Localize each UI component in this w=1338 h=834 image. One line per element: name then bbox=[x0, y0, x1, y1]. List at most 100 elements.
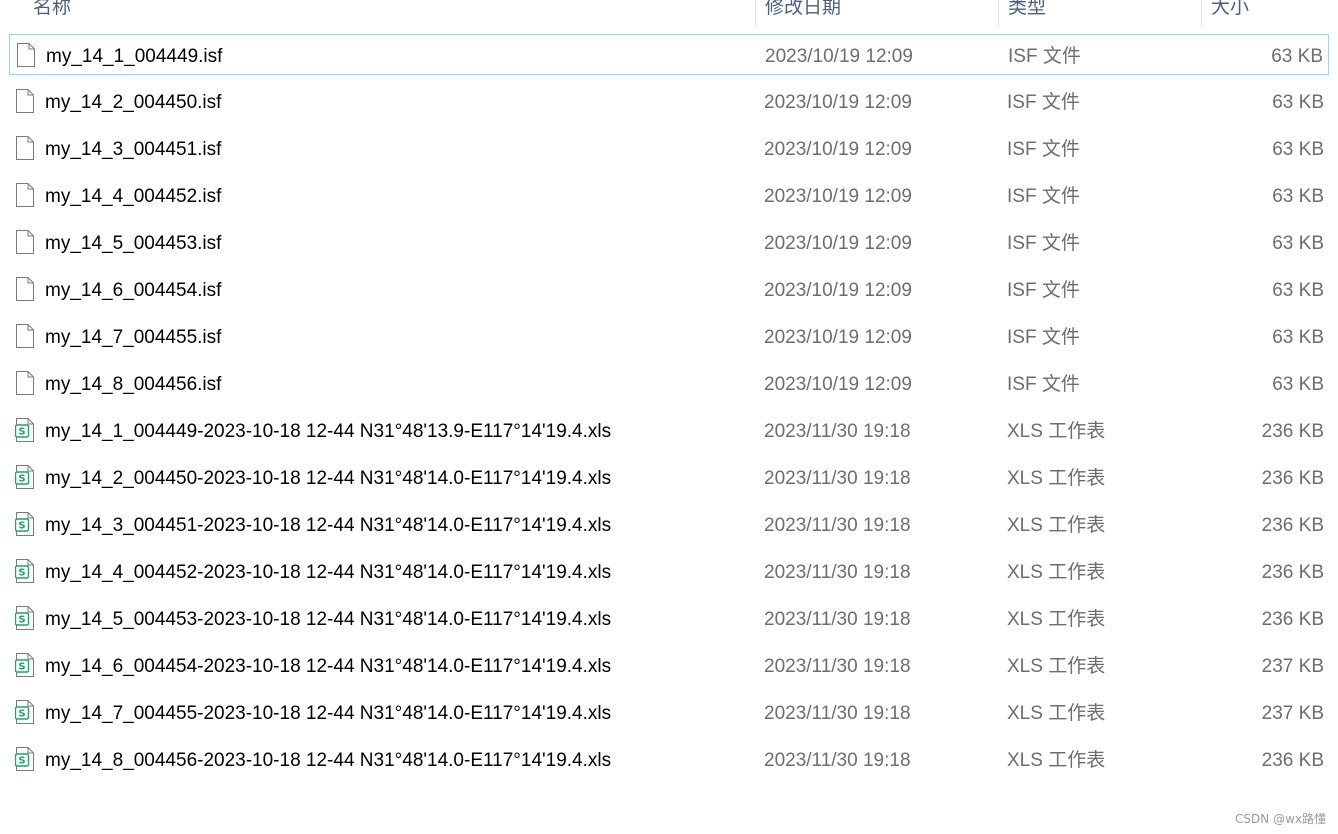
file-type: ISF 文件 bbox=[1007, 280, 1080, 301]
file-date-modified: 2023/10/19 12:09 bbox=[764, 374, 912, 395]
file-size: 237 KB bbox=[1261, 703, 1324, 724]
file-type: ISF 文件 bbox=[1007, 186, 1080, 207]
file-date-modified: 2023/11/30 19:18 bbox=[764, 609, 911, 630]
file-date-modified: 2023/10/19 12:09 bbox=[764, 92, 912, 113]
file-date-modified: 2023/10/19 12:09 bbox=[764, 327, 912, 348]
file-type: ISF 文件 bbox=[1007, 139, 1080, 160]
svg-text:S: S bbox=[18, 756, 25, 767]
spreadsheet-file-icon: S bbox=[15, 418, 37, 442]
file-size: 63 KB bbox=[1272, 374, 1324, 395]
file-row[interactable]: S my_14_5_004453-2023-10-18 12-44 N31°48… bbox=[9, 598, 1329, 639]
file-date-modified: 2023/10/19 12:09 bbox=[764, 186, 912, 207]
file-size: 63 KB bbox=[1272, 139, 1324, 160]
file-name: my_14_7_004455-2023-10-18 12-44 N31°48'1… bbox=[45, 703, 612, 724]
spreadsheet-file-icon: S bbox=[15, 653, 37, 677]
file-date-modified: 2023/10/19 12:09 bbox=[764, 280, 912, 301]
file-size: 236 KB bbox=[1261, 468, 1324, 489]
file-name: my_14_6_004454-2023-10-18 12-44 N31°48'1… bbox=[45, 656, 612, 677]
svg-text:S: S bbox=[18, 568, 25, 579]
file-type: ISF 文件 bbox=[1007, 327, 1080, 348]
file-row[interactable]: S my_14_1_004449-2023-10-18 12-44 N31°48… bbox=[9, 410, 1329, 451]
column-header-name[interactable]: 名称 bbox=[24, 0, 754, 27]
file-type: XLS 工作表 bbox=[1007, 515, 1106, 536]
file-name: my_14_4_004452-2023-10-18 12-44 N31°48'1… bbox=[45, 562, 612, 583]
file-date-modified: 2023/11/30 19:18 bbox=[764, 515, 911, 536]
file-date-modified: 2023/11/30 19:18 bbox=[764, 656, 911, 677]
file-date-modified: 2023/10/19 12:09 bbox=[765, 46, 913, 67]
svg-text:S: S bbox=[18, 521, 25, 532]
file-type: XLS 工作表 bbox=[1007, 750, 1106, 771]
file-name: my_14_5_004453.isf bbox=[45, 233, 222, 254]
file-row[interactable]: my_14_4_004452.isf 2023/10/19 12:09 ISF … bbox=[9, 175, 1329, 216]
file-size: 63 KB bbox=[1272, 92, 1324, 113]
file-type: XLS 工作表 bbox=[1007, 421, 1106, 442]
column-header-date-modified[interactable]: 修改日期 bbox=[755, 0, 997, 27]
file-date-modified: 2023/11/30 19:18 bbox=[764, 750, 911, 771]
file-name: my_14_3_004451-2023-10-18 12-44 N31°48'1… bbox=[45, 515, 612, 536]
generic-file-icon bbox=[15, 277, 37, 301]
file-type: ISF 文件 bbox=[1008, 46, 1081, 67]
file-row[interactable]: S my_14_6_004454-2023-10-18 12-44 N31°48… bbox=[9, 645, 1329, 686]
file-date-modified: 2023/11/30 19:18 bbox=[764, 421, 911, 442]
watermark: CSDN @wx路懂 bbox=[1235, 812, 1326, 826]
file-row[interactable]: S my_14_4_004452-2023-10-18 12-44 N31°48… bbox=[9, 551, 1329, 592]
file-row[interactable]: S my_14_7_004455-2023-10-18 12-44 N31°48… bbox=[9, 692, 1329, 733]
generic-file-icon bbox=[15, 324, 37, 348]
file-name: my_14_1_004449.isf bbox=[46, 46, 223, 67]
file-size: 236 KB bbox=[1261, 515, 1324, 536]
file-name: my_14_2_004450.isf bbox=[45, 92, 222, 113]
file-size: 63 KB bbox=[1271, 46, 1323, 67]
file-size: 236 KB bbox=[1261, 421, 1324, 442]
file-type: XLS 工作表 bbox=[1007, 609, 1106, 630]
file-date-modified: 2023/11/30 19:18 bbox=[764, 562, 911, 583]
file-size: 236 KB bbox=[1261, 750, 1324, 771]
file-row[interactable]: my_14_7_004455.isf 2023/10/19 12:09 ISF … bbox=[9, 316, 1329, 357]
file-type: ISF 文件 bbox=[1007, 374, 1080, 395]
column-header-type[interactable]: 类型 bbox=[998, 0, 1200, 27]
file-name: my_14_1_004449-2023-10-18 12-44 N31°48'1… bbox=[45, 421, 612, 442]
file-row[interactable]: my_14_2_004450.isf 2023/10/19 12:09 ISF … bbox=[9, 81, 1329, 122]
spreadsheet-file-icon: S bbox=[15, 606, 37, 630]
file-row[interactable]: my_14_5_004453.isf 2023/10/19 12:09 ISF … bbox=[9, 222, 1329, 263]
svg-text:S: S bbox=[18, 615, 25, 626]
file-row[interactable]: S my_14_3_004451-2023-10-18 12-44 N31°48… bbox=[9, 504, 1329, 545]
file-name: my_14_5_004453-2023-10-18 12-44 N31°48'1… bbox=[45, 609, 612, 630]
svg-text:S: S bbox=[18, 662, 25, 673]
generic-file-icon bbox=[16, 43, 38, 67]
svg-text:S: S bbox=[18, 427, 25, 438]
file-name: my_14_3_004451.isf bbox=[45, 139, 222, 160]
file-name: my_14_8_004456-2023-10-18 12-44 N31°48'1… bbox=[45, 750, 612, 771]
file-type: XLS 工作表 bbox=[1007, 562, 1106, 583]
file-name: my_14_2_004450-2023-10-18 12-44 N31°48'1… bbox=[45, 468, 612, 489]
column-header-bar: 名称 修改日期 类型 大小 bbox=[0, 0, 1338, 27]
file-size: 63 KB bbox=[1272, 233, 1324, 254]
spreadsheet-file-icon: S bbox=[15, 559, 37, 583]
file-size: 63 KB bbox=[1272, 327, 1324, 348]
column-header-size[interactable]: 大小 bbox=[1201, 0, 1338, 27]
file-row[interactable]: my_14_1_004449.isf 2023/10/19 12:09 ISF … bbox=[9, 34, 1329, 75]
file-date-modified: 2023/10/19 12:09 bbox=[764, 139, 912, 160]
file-name: my_14_8_004456.isf bbox=[45, 374, 222, 395]
file-row[interactable]: my_14_6_004454.isf 2023/10/19 12:09 ISF … bbox=[9, 269, 1329, 310]
svg-text:S: S bbox=[18, 709, 25, 720]
file-date-modified: 2023/11/30 19:18 bbox=[764, 468, 911, 489]
file-row[interactable]: S my_14_2_004450-2023-10-18 12-44 N31°48… bbox=[9, 457, 1329, 498]
spreadsheet-file-icon: S bbox=[15, 465, 37, 489]
generic-file-icon bbox=[15, 230, 37, 254]
file-type: ISF 文件 bbox=[1007, 233, 1080, 254]
generic-file-icon bbox=[15, 183, 37, 207]
file-row[interactable]: my_14_3_004451.isf 2023/10/19 12:09 ISF … bbox=[9, 128, 1329, 169]
spreadsheet-file-icon: S bbox=[15, 512, 37, 536]
file-size: 236 KB bbox=[1261, 609, 1324, 630]
file-name: my_14_6_004454.isf bbox=[45, 280, 222, 301]
file-size: 63 KB bbox=[1272, 186, 1324, 207]
file-name: my_14_7_004455.isf bbox=[45, 327, 222, 348]
file-row[interactable]: my_14_8_004456.isf 2023/10/19 12:09 ISF … bbox=[9, 363, 1329, 404]
file-size: 237 KB bbox=[1261, 656, 1324, 677]
generic-file-icon bbox=[15, 371, 37, 395]
svg-text:S: S bbox=[18, 474, 25, 485]
file-type: ISF 文件 bbox=[1007, 92, 1080, 113]
file-row[interactable]: S my_14_8_004456-2023-10-18 12-44 N31°48… bbox=[9, 739, 1329, 780]
file-date-modified: 2023/10/19 12:09 bbox=[764, 233, 912, 254]
generic-file-icon bbox=[15, 89, 37, 113]
